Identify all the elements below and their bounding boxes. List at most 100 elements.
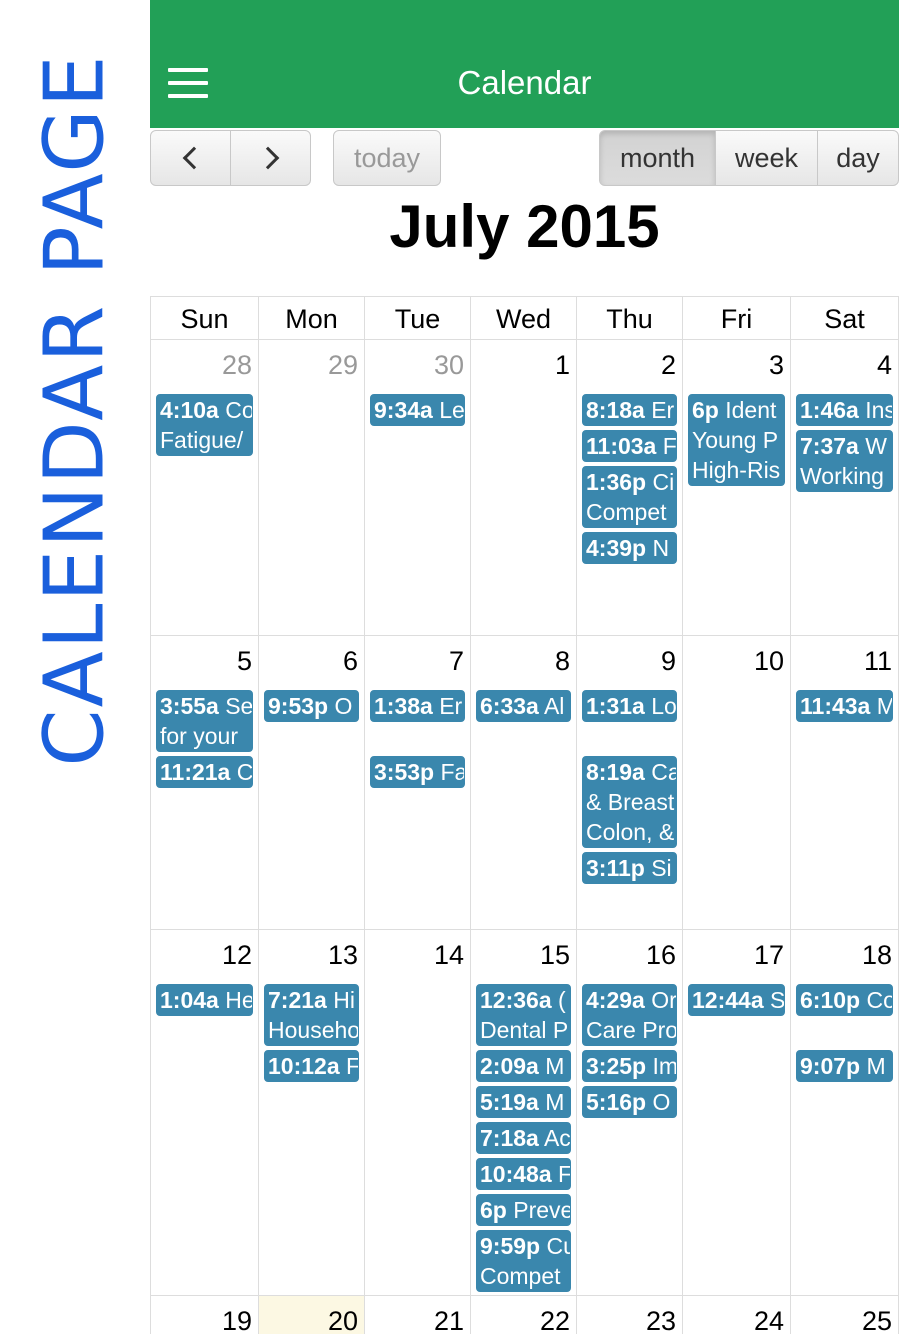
- calendar-event[interactable]: 6p Ident Young P High-Ris: [688, 394, 785, 486]
- day-cell[interactable]: 21: [364, 1296, 470, 1334]
- day-number[interactable]: 4: [877, 350, 892, 381]
- calendar-event[interactable]: 1:04a He: [156, 984, 253, 1016]
- day-number[interactable]: 23: [646, 1306, 676, 1334]
- day-cell[interactable]: 20: [258, 1296, 364, 1334]
- day-cell[interactable]: 22: [470, 1296, 576, 1334]
- day-number[interactable]: 22: [540, 1306, 570, 1334]
- calendar-event[interactable]: 9:07p M: [796, 1050, 893, 1082]
- calendar-event[interactable]: 6p Preve: [476, 1194, 571, 1226]
- calendar-event[interactable]: 1:38a Er: [370, 690, 465, 722]
- day-number[interactable]: 2: [661, 350, 676, 381]
- next-button[interactable]: [230, 130, 311, 186]
- day-number[interactable]: 18: [862, 940, 892, 971]
- calendar-event[interactable]: 6:33a Al: [476, 690, 571, 722]
- day-number[interactable]: 17: [754, 940, 784, 971]
- calendar-event[interactable]: 1:36p Ci Compet: [582, 466, 677, 528]
- day-cell[interactable]: 17 12:44a S: [682, 930, 790, 1295]
- day-cell[interactable]: 24: [682, 1296, 790, 1334]
- calendar-event[interactable]: 12:36a (Dental P: [476, 984, 571, 1046]
- calendar-event[interactable]: 4:29a Or Care Pro: [582, 984, 677, 1046]
- day-cell[interactable]: 29: [258, 340, 364, 635]
- calendar-event[interactable]: 3:11p Si: [582, 852, 677, 884]
- calendar-event[interactable]: 11:03a F: [582, 430, 677, 462]
- day-number[interactable]: 28: [222, 350, 252, 381]
- calendar-event[interactable]: 3:25p Im: [582, 1050, 677, 1082]
- day-number[interactable]: 12: [222, 940, 252, 971]
- day-cell[interactable]: 18 6:10p Co 9:07p M: [790, 930, 899, 1295]
- day-cell[interactable]: 5 3:55a Se for your 11:21a C: [150, 636, 258, 929]
- day-cell[interactable]: 1: [470, 340, 576, 635]
- calendar-event[interactable]: 1:31a Lo: [582, 690, 677, 722]
- day-number[interactable]: 8: [555, 646, 570, 677]
- day-cell[interactable]: 30 9:34a Le: [364, 340, 470, 635]
- day-cell[interactable]: 15 12:36a (Dental P 2:09a M 5:19a M 7:18a Ac…: [470, 930, 576, 1295]
- day-number[interactable]: 30: [434, 350, 464, 381]
- calendar-event[interactable]: 8:19a Ca& BreastColon, &: [582, 756, 677, 848]
- calendar-event[interactable]: 11:43a M: [796, 690, 893, 722]
- day-number[interactable]: 24: [754, 1306, 784, 1334]
- calendar-event[interactable]: 10:48a F: [476, 1158, 571, 1190]
- day-cell[interactable]: 13 7:21a Hi Househo 10:12a F: [258, 930, 364, 1295]
- day-number[interactable]: 1: [555, 350, 570, 381]
- day-number[interactable]: 3: [769, 350, 784, 381]
- event-title-line: 7:18a Ac: [480, 1123, 570, 1153]
- calendar-event[interactable]: 9:59p CuCompet: [476, 1230, 571, 1292]
- day-cell[interactable]: 4 1:46a Ins 7:37a W Working: [790, 340, 899, 635]
- calendar-event[interactable]: 5:16p O: [582, 1086, 677, 1118]
- calendar-event[interactable]: 5:19a M: [476, 1086, 571, 1118]
- calendar-event[interactable]: 6:10p Co: [796, 984, 893, 1016]
- day-number[interactable]: 19: [222, 1306, 252, 1334]
- day-number[interactable]: 25: [862, 1306, 892, 1334]
- day-cell[interactable]: 3 6p Ident Young P High-Ris: [682, 340, 790, 635]
- event-time: 5:16p: [586, 1089, 647, 1115]
- day-cell[interactable]: 14: [364, 930, 470, 1295]
- calendar-event[interactable]: 7:37a W Working: [796, 430, 893, 492]
- day-number[interactable]: 14: [434, 940, 464, 971]
- day-cell[interactable]: 7 1:38a Er 3:53p Fa: [364, 636, 470, 929]
- calendar-event[interactable]: 10:12a F: [264, 1050, 359, 1082]
- today-button[interactable]: today: [333, 130, 441, 186]
- day-number[interactable]: 5: [237, 646, 252, 677]
- calendar-event[interactable]: 4:10a Co Fatigue/: [156, 394, 253, 456]
- day-cell[interactable]: 10: [682, 636, 790, 929]
- day-cell[interactable]: 16 4:29a Or Care Pro 3:25p Im 5:16p O: [576, 930, 682, 1295]
- calendar-event[interactable]: 9:53p O: [264, 690, 359, 722]
- day-cell[interactable]: 12 1:04a He: [150, 930, 258, 1295]
- calendar-event[interactable]: 7:21a Hi Househo: [264, 984, 359, 1046]
- day-number[interactable]: 16: [646, 940, 676, 971]
- day-number[interactable]: 29: [328, 350, 358, 381]
- day-cell[interactable]: 25: [790, 1296, 899, 1334]
- calendar-event[interactable]: 2:09a M: [476, 1050, 571, 1082]
- event-time: 1:04a: [160, 987, 219, 1013]
- month-view-button[interactable]: month: [599, 130, 716, 186]
- calendar-event[interactable]: 7:18a Ac: [476, 1122, 571, 1154]
- calendar-event[interactable]: 9:34a Le: [370, 394, 465, 426]
- day-cell[interactable]: 6 9:53p O: [258, 636, 364, 929]
- week-view-button[interactable]: week: [715, 130, 818, 186]
- calendar-event[interactable]: 1:46a Ins: [796, 394, 893, 426]
- day-cell[interactable]: 2 8:18a Er 11:03a F 1:36p Ci Compet 4:39p N: [576, 340, 682, 635]
- day-number[interactable]: 20: [328, 1306, 358, 1334]
- day-number[interactable]: 9: [661, 646, 676, 677]
- calendar-event[interactable]: 3:55a Se for your: [156, 690, 253, 752]
- calendar-event[interactable]: 8:18a Er: [582, 394, 677, 426]
- day-cell[interactable]: 8 6:33a Al: [470, 636, 576, 929]
- calendar-event[interactable]: 3:53p Fa: [370, 756, 465, 788]
- day-number[interactable]: 13: [328, 940, 358, 971]
- calendar-event[interactable]: 12:44a S: [688, 984, 785, 1016]
- day-cell[interactable]: 23: [576, 1296, 682, 1334]
- day-number[interactable]: 11: [864, 646, 892, 677]
- day-number[interactable]: 7: [449, 646, 464, 677]
- day-number[interactable]: 10: [754, 646, 784, 677]
- calendar-event[interactable]: 11:21a C: [156, 756, 253, 788]
- calendar-event[interactable]: 4:39p N: [582, 532, 677, 564]
- day-cell[interactable]: 9 1:31a Lo 8:19a Ca& BreastColon, & 3:11p S…: [576, 636, 682, 929]
- day-cell[interactable]: 28 4:10a Co Fatigue/: [150, 340, 258, 635]
- day-number[interactable]: 21: [434, 1306, 464, 1334]
- day-number[interactable]: 15: [540, 940, 570, 971]
- prev-button[interactable]: [150, 130, 231, 186]
- day-cell[interactable]: 19: [150, 1296, 258, 1334]
- day-number[interactable]: 6: [343, 646, 358, 677]
- day-cell[interactable]: 11 11:43a M: [790, 636, 899, 929]
- day-view-button[interactable]: day: [817, 130, 899, 186]
